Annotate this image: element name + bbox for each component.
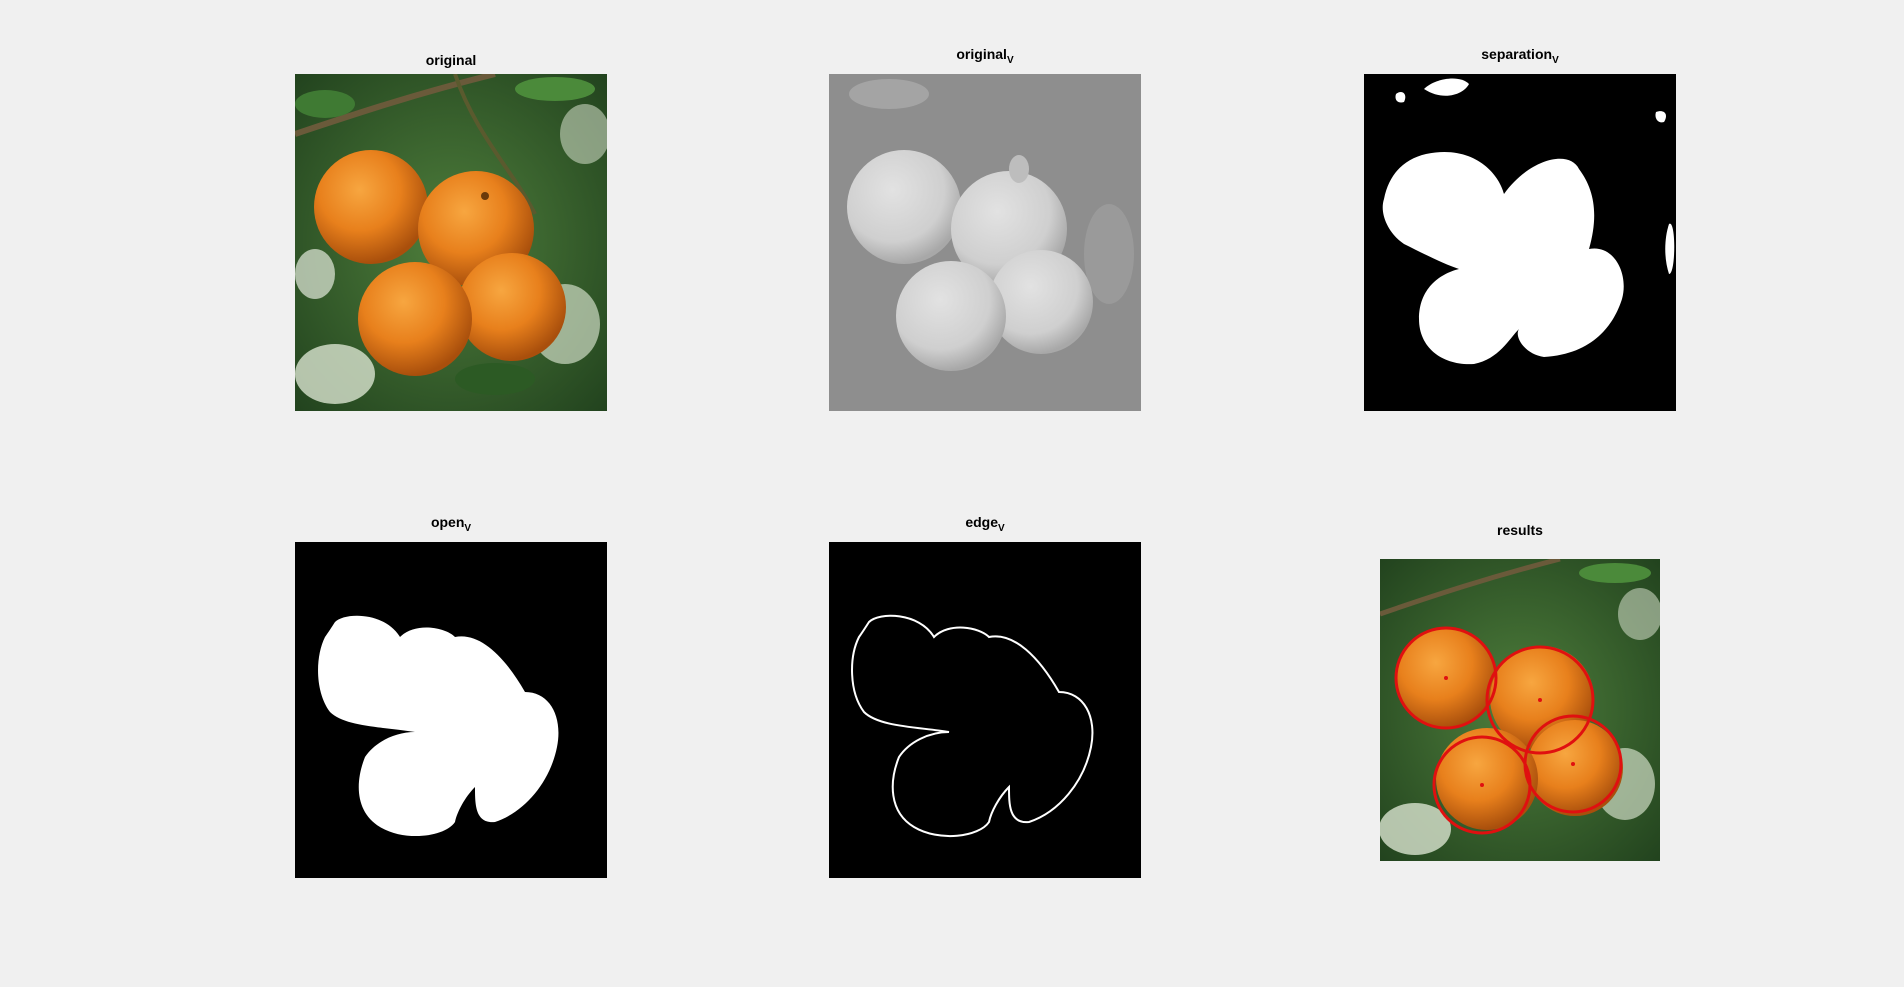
panel-title-subscript: V <box>464 523 472 534</box>
panel-title-subscript: V <box>998 523 1005 534</box>
panel-edge-v: edgeV <box>829 514 1141 880</box>
panel-title-subscript: V <box>1552 55 1559 66</box>
original-image <box>295 74 607 411</box>
panel-title-text: original <box>956 46 1007 62</box>
results-image <box>1380 559 1660 861</box>
panel-title-text: open <box>430 514 465 530</box>
panel-title-text: separation <box>1481 46 1553 62</box>
panel-title-original-v: originalV <box>829 46 1141 66</box>
panel-original-v: originalV <box>829 46 1141 412</box>
panel-title-subscript: V <box>1006 55 1014 66</box>
original-v-image <box>829 74 1141 411</box>
panel-open-v: openV <box>295 514 607 880</box>
panel-title-text: original <box>425 52 477 68</box>
panel-separation-v: separationV <box>1364 46 1676 412</box>
edge-v-image <box>829 542 1141 878</box>
panel-title-edge-v: edgeV <box>829 514 1141 534</box>
matlab-figure-window: original originalV separationV openV edg… <box>0 0 1904 987</box>
open-v-image <box>295 542 607 878</box>
panel-results: results <box>1380 522 1660 862</box>
panel-title-results: results <box>1380 522 1660 538</box>
panel-title-original: original <box>295 52 607 68</box>
panel-title-text: edge <box>965 514 998 530</box>
panel-title-text: results <box>1497 522 1543 538</box>
separation-v-image <box>1364 74 1676 411</box>
panel-original: original <box>295 52 607 412</box>
panel-title-open-v: openV <box>295 514 607 534</box>
panel-title-separation-v: separationV <box>1364 46 1676 66</box>
